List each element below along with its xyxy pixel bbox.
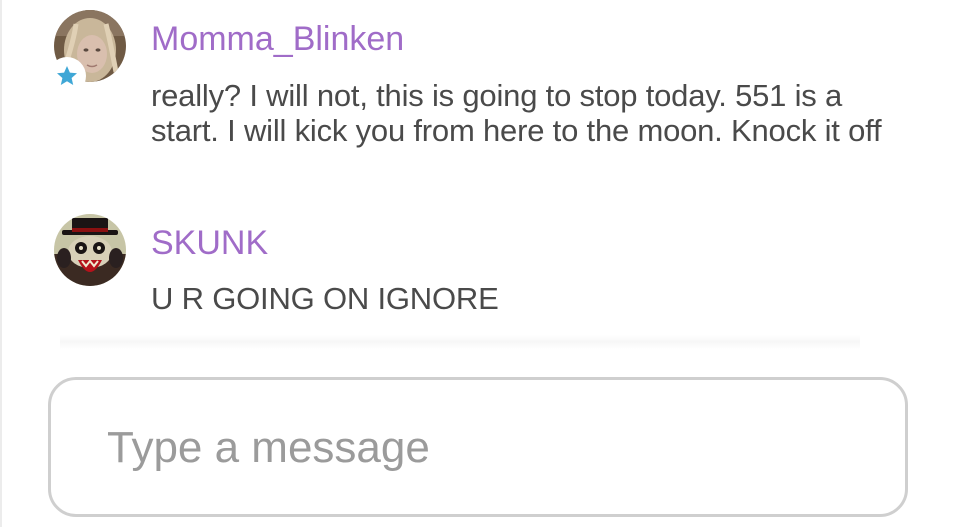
list-divider (60, 335, 860, 349)
message-text: U R GOING ON IGNORE (151, 281, 499, 316)
message-username[interactable]: Momma_Blinken (151, 19, 404, 59)
left-divider (0, 0, 2, 527)
message-text: really? I will not, this is going to sto… (151, 78, 882, 148)
chat-screen: Momma_Blinken really? I will not, this i… (0, 0, 959, 527)
message-input[interactable] (107, 418, 867, 478)
verified-badge (48, 57, 86, 95)
avatar[interactable] (54, 214, 126, 286)
message-username[interactable]: SKUNK (151, 223, 268, 263)
star-icon (57, 66, 77, 85)
message-composer[interactable] (48, 377, 908, 517)
